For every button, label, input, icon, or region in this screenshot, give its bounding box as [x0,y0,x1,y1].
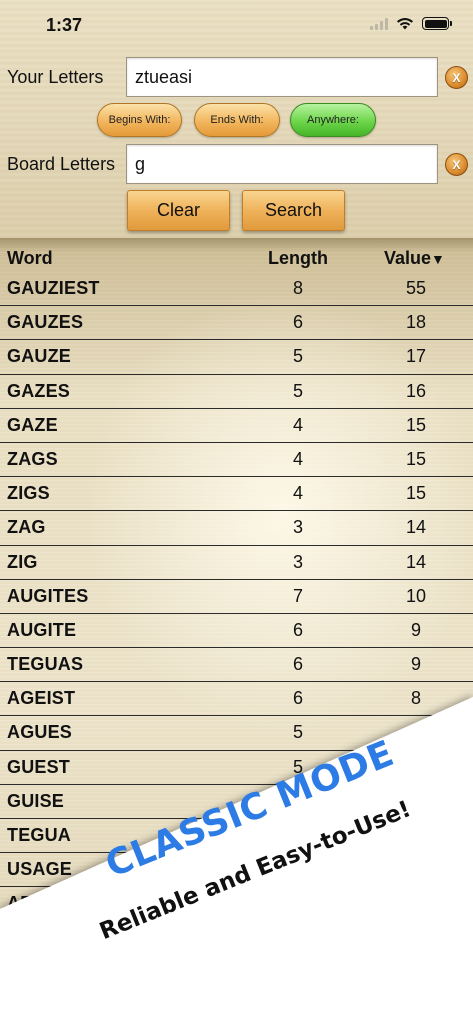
status-time: 1:37 [46,15,83,35]
table-row[interactable]: AE [0,887,473,922]
table-row[interactable]: GAZES 5 16 [0,375,473,409]
table-row[interactable]: GAUZE 5 17 [0,340,473,375]
table-row[interactable]: USAGE [0,853,473,888]
length-value: 5 [292,380,304,401]
board-letters-label: Board Letters [7,154,116,174]
length-value: 8 [292,278,304,298]
value-value: 10 [405,585,427,606]
search-panel: 1:37 Your Letters X Begins With: Ends Wi… [0,0,473,238]
results-table: Word Length Value▼ GAUZIEST 8 55 GAUZES 6 18 G… [0,238,473,1024]
table-row[interactable]: ZAG 3 14 [0,511,473,546]
column-header-value[interactable]: Value▼ [384,248,445,269]
length-value: 6 [292,688,304,709]
length-value: 4 [292,448,304,469]
word-cell: AUGITE [7,619,77,640]
search-button[interactable]: Search [242,190,345,231]
value-value: 16 [405,380,427,401]
table-row[interactable]: AUGITES 7 10 [0,580,473,614]
column-header-word[interactable]: Word [7,248,53,269]
mode-begins-with-button[interactable]: Begins With: [97,103,182,137]
sort-descending-icon: ▼ [431,251,445,267]
value-value: 9 [410,654,422,675]
word-cell: USAGE [7,859,73,880]
table-row[interactable]: TEGUA [0,819,473,854]
table-row[interactable]: GAUZIEST 8 55 [0,272,473,307]
table-row[interactable]: AGEIST 6 8 [0,682,473,717]
length-value: 4 [292,483,304,504]
value-value: 15 [405,483,427,504]
word-cell: GAUZE [7,346,71,367]
cellular-signal-icon [370,17,388,30]
results-list: GAUZIEST 8 55 GAUZES 6 18 GAUZE 5 17 GAZES 5 16 GAZE… [0,272,473,922]
battery-icon [422,17,452,30]
length-value: 5 [292,722,304,743]
status-icons [370,17,452,30]
word-cell: GAUZIEST [7,278,100,298]
value-value: 9 [410,619,422,640]
word-cell: GUEST [7,756,71,777]
word-cell: TEGUA [7,825,71,845]
value-value: 55 [405,278,427,298]
length-value: 4 [292,414,304,435]
table-row[interactable]: AGUES 5 [0,716,473,751]
clear-board-letters-icon[interactable]: X [445,153,468,176]
table-row[interactable]: ZAGS 4 15 [0,443,473,478]
value-value: 15 [405,414,427,435]
value-value: 8 [410,688,422,709]
length-value: 6 [292,654,304,675]
value-value: 14 [405,551,427,572]
wifi-icon [397,18,413,30]
word-cell: GAZE [7,414,58,435]
length-value: 6 [292,312,304,333]
length-value: 3 [292,517,304,538]
table-row[interactable]: GAUZES 6 18 [0,306,473,341]
table-row[interactable]: AUGITE 6 9 [0,614,473,649]
word-cell: AGEIST [7,688,76,709]
word-cell: AGUES [7,722,73,743]
column-header-length[interactable]: Length [268,248,328,269]
mode-ends-with-button[interactable]: Ends With: [194,103,280,137]
word-cell: TEGUAS [7,654,84,675]
length-value: 6 [292,619,304,640]
mode-anywhere-button[interactable]: Anywhere: [290,103,376,137]
your-letters-label: Your Letters [7,67,104,87]
length-value: 7 [292,585,304,606]
word-cell: ZAGS [7,448,58,469]
word-cell: ZIGS [7,483,50,504]
status-bar: 1:37 [0,0,473,52]
table-row[interactable]: ZIGS 4 15 [0,477,473,512]
your-letters-input[interactable] [126,57,438,97]
word-cell: GUISE [7,790,65,811]
word-cell: AUGITES [7,585,89,606]
value-value: 15 [405,448,427,469]
table-row[interactable]: ZIG 3 14 [0,546,473,580]
length-value: 5 [292,346,304,367]
table-row[interactable]: GUEST 5 [0,751,473,785]
table-row[interactable]: GUISE [0,785,473,819]
clear-button[interactable]: Clear [127,190,230,231]
word-cell: GAZES [7,380,71,401]
table-row[interactable]: TEGUAS 6 9 [0,648,473,683]
length-value: 3 [292,551,304,572]
word-cell: GAUZES [7,312,84,333]
word-cell: AE [7,893,33,914]
column-header-value-label: Value [384,248,432,268]
value-value: 18 [405,312,427,333]
length-value: 5 [292,756,304,777]
value-value: 17 [405,346,427,367]
clear-your-letters-icon[interactable]: X [445,66,468,89]
value-value: 14 [405,517,427,538]
board-letters-input[interactable] [126,144,438,184]
table-row[interactable]: GAZE 4 15 [0,409,473,443]
word-cell: ZAG [7,517,46,538]
word-cell: ZIG [7,551,38,572]
